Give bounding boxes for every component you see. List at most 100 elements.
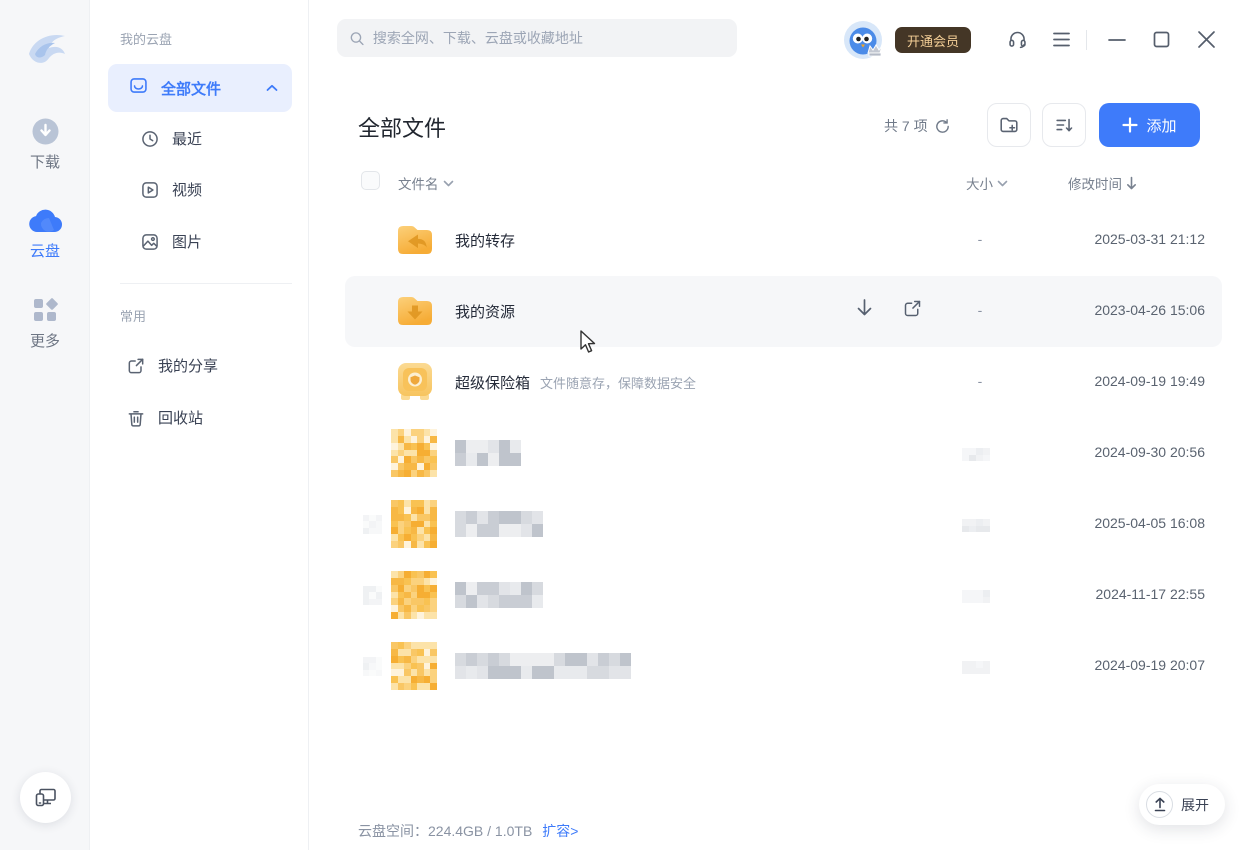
file-mtime: 2025-04-05 16:08: [1094, 515, 1205, 531]
sidebar-item-all-files[interactable]: 全部文件: [108, 64, 292, 112]
table-row[interactable]: 我的转存 - 2025-03-31 21:12: [345, 205, 1222, 276]
image-icon: [140, 232, 160, 252]
expand-transfer-button[interactable]: 展开: [1139, 784, 1225, 825]
search-bar[interactable]: [337, 19, 737, 57]
column-header-name[interactable]: 文件名: [398, 173, 454, 193]
file-size: -: [960, 302, 1000, 318]
sidebar-item-image[interactable]: 图片: [140, 231, 202, 252]
more-grid-icon: [31, 296, 59, 324]
blurred-folder-icon: [391, 642, 437, 690]
rail-item-cloud-drive[interactable]: 云盘: [0, 208, 90, 261]
table-row[interactable]: 我的资源 - 2023-04-26 15:06: [345, 276, 1222, 347]
file-name: 我的转存: [455, 230, 515, 251]
rail-item-more[interactable]: 更多: [0, 296, 90, 351]
xunlei-logo-icon: [21, 24, 69, 72]
column-label: 大小: [966, 173, 993, 193]
sidebar-item-recycle-bin[interactable]: 回收站: [126, 407, 203, 428]
sidebar-item-label: 我的分享: [158, 355, 218, 376]
storage-text: 云盘空间：224.4GB / 1.0TB: [358, 823, 532, 839]
blurred-file-name: [455, 582, 543, 608]
support-headset-icon[interactable]: [1007, 29, 1028, 50]
new-folder-icon: [998, 114, 1020, 136]
sidebar-item-label: 回收站: [158, 407, 203, 428]
blurred-file-size: [962, 590, 990, 603]
sidebar-item-label: 全部文件: [161, 78, 254, 99]
select-all-checkbox[interactable]: [361, 171, 380, 190]
item-count: 共 7 项: [884, 116, 951, 136]
folder-download-icon: [393, 289, 437, 333]
chevron-up-icon[interactable]: [266, 84, 278, 92]
close-button[interactable]: [1197, 30, 1216, 49]
chevron-down-icon: [443, 180, 454, 187]
blurred-file-size: [962, 448, 990, 461]
download-action-icon[interactable]: [855, 298, 874, 320]
blurred-checkbox: [363, 657, 382, 676]
minimize-button[interactable]: [1108, 38, 1126, 42]
row-actions: [855, 298, 923, 320]
sidebar-divider: [120, 283, 292, 284]
new-folder-button[interactable]: [987, 103, 1031, 147]
search-input[interactable]: [373, 30, 725, 46]
add-button[interactable]: 添加: [1099, 103, 1200, 147]
download-circle-icon: [32, 118, 59, 145]
sidebar-item-video[interactable]: 视频: [140, 179, 202, 200]
file-size: -: [960, 231, 1000, 247]
add-button-label: 添加: [1146, 115, 1176, 136]
rail-item-download[interactable]: 下载: [0, 118, 90, 172]
sidebar: 我的云盘 全部文件 最近: [90, 0, 309, 850]
safe-box-icon: [393, 360, 437, 404]
table-row[interactable]: 2024-09-19 20:07: [345, 631, 1222, 702]
sort-list-icon: [1053, 114, 1075, 136]
vip-badge-label: 开通会员: [907, 31, 959, 50]
main-menu-icon[interactable]: [1052, 31, 1071, 48]
sort-descending-arrow-icon: [1126, 176, 1137, 190]
blurred-folder-icon: [391, 429, 437, 477]
file-subtitle: 文件随意存，保障数据安全: [540, 376, 696, 391]
sidebar-item-my-share[interactable]: 我的分享: [126, 355, 218, 376]
table-row[interactable]: 2025-04-05 16:08: [345, 489, 1222, 560]
file-name: 我的资源: [455, 301, 515, 322]
sidebar-item-recent[interactable]: 最近: [140, 128, 202, 149]
file-size: -: [960, 373, 1000, 389]
file-mtime: 2024-11-17 22:55: [1096, 586, 1206, 602]
item-count-label: 共 7 项: [884, 116, 928, 136]
device-transfer-button[interactable]: [20, 772, 71, 823]
refresh-icon[interactable]: [934, 118, 951, 135]
blurred-checkbox: [363, 515, 382, 534]
rail-item-label: 下载: [30, 154, 60, 171]
blurred-file-name: [455, 511, 543, 537]
file-name: 超级保险箱文件随意存，保障数据安全: [455, 372, 696, 393]
sidebar-section-common: 常用: [120, 306, 146, 325]
sidebar-section-my-drive: 我的云盘: [120, 29, 172, 48]
cloud-icon: [27, 208, 63, 234]
column-header-mtime[interactable]: 修改时间: [1068, 173, 1137, 193]
table-row[interactable]: 2024-09-30 20:56: [345, 418, 1222, 489]
avatar[interactable]: [844, 21, 882, 59]
expand-button-label: 展开: [1181, 795, 1209, 815]
blurred-file-name: [455, 440, 521, 466]
table-row[interactable]: 超级保险箱文件随意存，保障数据安全 - 2024-09-19 19:49: [345, 347, 1222, 418]
share-action-icon[interactable]: [902, 298, 923, 319]
column-header-size[interactable]: 大小: [966, 173, 1008, 193]
clock-icon: [140, 129, 160, 149]
table-header: 文件名 大小 修改时间: [345, 167, 1222, 199]
file-name-text: 超级保险箱: [455, 375, 530, 392]
file-mtime: 2024-09-19 20:07: [1094, 657, 1205, 673]
maximize-button[interactable]: [1153, 31, 1170, 48]
column-label: 文件名: [398, 173, 439, 193]
expand-storage-link[interactable]: 扩容>: [542, 823, 578, 839]
folder-transfer-icon: [393, 218, 437, 262]
column-label: 修改时间: [1068, 173, 1122, 193]
vip-badge[interactable]: 开通会员: [895, 27, 971, 53]
file-mtime: 2024-09-30 20:56: [1094, 444, 1205, 460]
blurred-folder-icon: [391, 500, 437, 548]
blurred-file-size: [962, 519, 990, 532]
blurred-folder-icon: [391, 571, 437, 619]
sort-view-button[interactable]: [1042, 103, 1086, 147]
sidebar-item-label: 最近: [172, 128, 202, 149]
file-list: 我的转存 - 2025-03-31 21:12 我的资源 - 2023-04-: [345, 205, 1222, 702]
table-row[interactable]: 2024-11-17 22:55: [345, 560, 1222, 631]
rail-item-label: 更多: [30, 333, 60, 350]
file-mtime: 2025-03-31 21:12: [1094, 231, 1205, 247]
upload-icon: [1146, 791, 1173, 818]
